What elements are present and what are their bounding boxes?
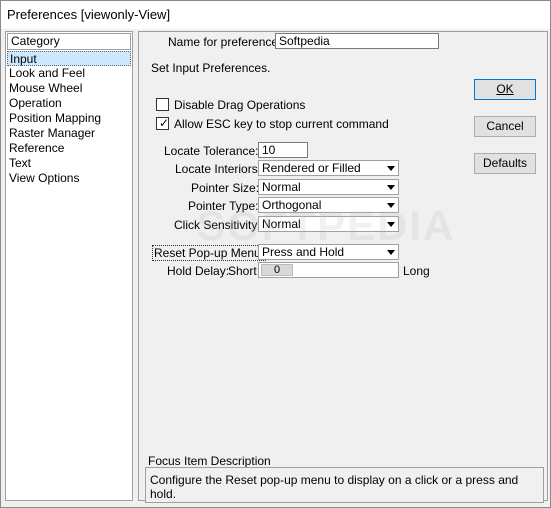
pointer-size-label: Pointer Size: [191,181,260,195]
cancel-button[interactable]: Cancel [474,116,536,137]
hold-delay-slider[interactable]: 0 [258,262,399,278]
section-title: Set Input Preferences. [151,61,271,75]
reset-popup-label: Reset Pop-up Menu: [152,245,267,261]
category-header: Category [7,33,131,50]
category-item-look-and-feel[interactable]: Look and Feel [7,66,131,81]
category-item-operation[interactable]: Operation [7,96,131,111]
defaults-button[interactable]: Defaults [474,153,536,174]
hold-delay-label: Hold Delay: [167,264,230,278]
preferences-window: Preferences [viewonly-View] Category Inp… [0,0,551,508]
allow-esc-label: Allow ESC key to stop current command [174,117,389,131]
disable-drag-label: Disable Drag Operations [174,98,306,112]
prefs-name-label: Name for preferences [168,35,285,49]
chevron-down-icon [387,166,395,171]
ok-button[interactable]: OK [474,79,536,100]
locate-tolerance-field[interactable]: 10 [258,142,308,158]
pointer-type-label: Pointer Type: [188,199,259,213]
title-bar[interactable]: Preferences [viewonly-View] [1,1,550,29]
focus-description-box: Configure the Reset pop-up menu to displ… [145,467,544,503]
focus-description-title: Focus Item Description [148,454,271,468]
disable-drag-checkbox[interactable] [156,98,169,111]
hold-delay-min-label: Short [228,264,257,278]
allow-esc-checkbox[interactable]: ✓ [156,116,170,130]
category-item-position-mapping[interactable]: Position Mapping [7,111,131,126]
prefs-name-field[interactable]: Softpedia [275,33,439,49]
category-item-raster-manager[interactable]: Raster Manager [7,126,131,141]
locate-interiors-label: Locate Interiors: [175,162,262,176]
hold-delay-thumb[interactable]: 0 [261,264,293,276]
category-item-input[interactable]: Input [7,51,131,66]
chevron-down-icon [387,250,395,255]
ok-button-label: OK [496,82,514,96]
click-sensitivity-value: Normal [262,217,301,231]
chevron-down-icon [387,185,395,190]
reset-popup-dropdown[interactable]: Press and Hold [258,244,399,260]
category-item-mouse-wheel[interactable]: Mouse Wheel [7,81,131,96]
reset-popup-value: Press and Hold [262,245,345,259]
category-item-reference[interactable]: Reference [7,141,131,156]
locate-interiors-value: Rendered or Filled [262,161,361,175]
category-list[interactable]: Category Input Look and Feel Mouse Wheel… [5,31,133,501]
chevron-down-icon [387,203,395,208]
click-sensitivity-dropdown[interactable]: Normal [258,216,399,232]
chevron-down-icon [387,222,395,227]
locate-interiors-dropdown[interactable]: Rendered or Filled [258,160,399,176]
hold-delay-max-label: Long [403,264,430,278]
checkmark-icon: ✓ [159,116,170,130]
pointer-size-dropdown[interactable]: Normal [258,179,399,195]
pointer-type-value: Orthogonal [262,198,322,212]
pointer-type-dropdown[interactable]: Orthogonal [258,197,399,213]
pointer-size-value: Normal [262,180,301,194]
window-title: Preferences [viewonly-View] [7,7,171,22]
category-item-view-options[interactable]: View Options [7,171,131,186]
click-sensitivity-label: Click Sensitivity: [174,218,261,232]
category-item-text[interactable]: Text [7,156,131,171]
locate-tolerance-label: Locate Tolerance: [164,144,259,158]
focus-description-text: Configure the Reset pop-up menu to displ… [150,473,519,501]
